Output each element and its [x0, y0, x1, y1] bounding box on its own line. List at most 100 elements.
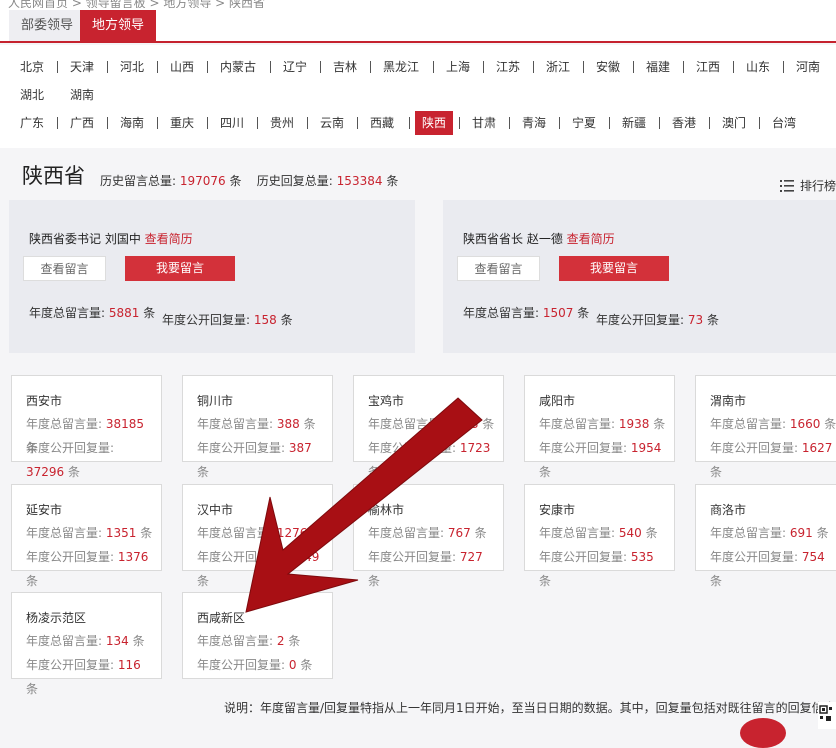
city-card[interactable]: 安康市 年度总留言量: 540 条年度公开回复量: 535 条 — [524, 484, 675, 588]
province-link[interactable]: 黑龙江 — [383, 55, 419, 79]
province-link[interactable]: 安徽 — [596, 55, 620, 79]
province-link[interactable]: 辽宁 — [283, 55, 307, 79]
qr-code-icon — [818, 702, 836, 729]
province-link[interactable]: 北京 — [20, 55, 44, 79]
unit: 条 — [706, 313, 719, 327]
city-annual-total: 年度总留言量: 134 条 — [26, 629, 154, 653]
list-icon — [779, 180, 794, 192]
label: 年度公开回复量: — [197, 550, 286, 564]
province-link[interactable]: 山东 — [746, 55, 770, 79]
value: 38185 — [102, 417, 145, 431]
city-name: 渭南市 — [710, 394, 747, 408]
view-resume-link[interactable]: 查看简历 — [145, 232, 193, 246]
province-link[interactable]: 江苏 — [496, 55, 520, 79]
label: 年度公开回复量: — [710, 550, 799, 564]
city-card[interactable]: 延安市 年度总留言量: 1351 条年度公开回复量: 1376 条 — [11, 484, 162, 588]
province-link[interactable]: 上海 — [446, 55, 470, 79]
city-name: 商洛市 — [710, 503, 747, 517]
province-link[interactable]: 福建 — [646, 55, 670, 79]
value: 1627 — [798, 441, 833, 455]
city-annual-reply: 年度公开回复量: 1954 条 — [539, 436, 667, 484]
city-card[interactable]: 榆林市 年度总留言量: 767 条年度公开回复量: 727 条 — [353, 484, 504, 588]
city-card[interactable]: 西安市 年度总留言量: 38185 条年度公开回复量: 37296 条 — [11, 375, 162, 479]
province-link[interactable]: 河北 — [120, 55, 144, 79]
province-link[interactable]: 贵州 — [270, 111, 294, 135]
separator — [459, 117, 460, 129]
value: 1276 — [273, 526, 308, 540]
tab-local-leaders[interactable]: 地方领导 — [80, 10, 157, 41]
tab-dept-leaders[interactable]: 部委领导 — [9, 10, 86, 41]
city-annual-reply: 年度公开回复量: 1723 条 — [368, 436, 496, 484]
province-link[interactable]: 香港 — [672, 111, 696, 135]
value: 387 — [285, 441, 312, 455]
unit: 条 — [300, 658, 313, 672]
province-link[interactable]: 澳门 — [722, 111, 746, 135]
city-card[interactable]: 渭南市 年度总留言量: 1660 条年度公开回复量: 1627 条 — [695, 375, 836, 479]
label: 年度公开回复量: — [368, 441, 457, 455]
leave-message-button[interactable]: 我要留言 — [559, 256, 669, 281]
province-link[interactable]: 云南 — [320, 111, 344, 135]
city-name: 汉中市 — [197, 503, 234, 517]
view-messages-button[interactable]: 查看留言 — [23, 256, 106, 281]
view-resume-link[interactable]: 查看简历 — [567, 232, 615, 246]
city-card[interactable]: 宝鸡市 年度总留言量: 1868 条年度公开回复量: 1723 条 — [353, 375, 504, 479]
province-link[interactable]: 广西 — [70, 111, 94, 135]
province-link[interactable]: 吉林 — [333, 55, 357, 79]
city-card[interactable]: 咸阳市 年度总留言量: 1938 条年度公开回复量: 1954 条 — [524, 375, 675, 479]
province-link[interactable]: 河南 — [796, 55, 820, 79]
province-link[interactable]: 甘肃 — [472, 111, 496, 135]
floating-badge[interactable] — [740, 718, 786, 748]
separator — [307, 117, 308, 129]
annual-total: 年度总留言量: 5881 条 — [29, 304, 155, 321]
label: 年度总留言量: — [710, 526, 787, 540]
unit: 条 — [474, 526, 487, 540]
province-link[interactable]: 宁夏 — [572, 111, 596, 135]
province-link[interactable]: 西藏 — [370, 111, 394, 135]
city-name: 西咸新区 — [197, 611, 246, 625]
city-card[interactable]: 汉中市 年度总留言量: 1276 条年度公开回复量: 1249 条 — [182, 484, 333, 588]
province-link[interactable]: 湖南 — [70, 83, 94, 107]
province-link[interactable]: 江西 — [696, 55, 720, 79]
separator — [107, 61, 108, 73]
label: 年度总留言量: — [197, 634, 274, 648]
view-messages-button[interactable]: 查看留言 — [457, 256, 540, 281]
city-annual-total: 年度总留言量: 1660 条 — [710, 412, 836, 436]
ranking-link[interactable]: 排行榜 — [779, 177, 836, 194]
annual-reply: 年度公开回复量: 158 条 — [162, 311, 293, 328]
province-link[interactable]: 天津 — [70, 55, 94, 79]
city-card[interactable]: 西咸新区 年度总留言量: 2 条年度公开回复量: 0 条 — [182, 592, 333, 679]
city-annual-total: 年度总留言量: 2 条 — [197, 629, 325, 653]
separator — [207, 117, 208, 129]
province-link[interactable]: 山西 — [170, 55, 194, 79]
province-link[interactable]: 浙江 — [546, 55, 570, 79]
province-link[interactable]: 广东 — [20, 111, 44, 135]
city-card[interactable]: 铜川市 年度总留言量: 388 条年度公开回复量: 387 条 — [182, 375, 333, 479]
page-title: 陕西省 — [22, 164, 85, 188]
unit: 条 — [280, 313, 293, 327]
city-name: 安康市 — [539, 503, 576, 517]
unit: 条 — [482, 417, 495, 431]
value: 1351 — [102, 526, 137, 540]
label: 年度公开回复量: — [539, 441, 628, 455]
city-card[interactable]: 杨凌示范区 年度总留言量: 134 条年度公开回复量: 116 条 — [11, 592, 162, 696]
unit: 条 — [229, 174, 242, 188]
value: 767 — [444, 526, 471, 540]
province-link[interactable]: 台湾 — [772, 111, 796, 135]
leave-message-button[interactable]: 我要留言 — [125, 256, 235, 281]
value: 540 — [615, 526, 642, 540]
province-link[interactable]: 青海 — [522, 111, 546, 135]
separator — [207, 61, 208, 73]
province-link[interactable]: 新疆 — [622, 111, 646, 135]
province-link[interactable]: 重庆 — [170, 111, 194, 135]
label: 年度总留言量: — [368, 526, 445, 540]
label: 年度公开回复量: — [26, 550, 115, 564]
province-link[interactable]: 陕西 — [415, 111, 454, 135]
label: 年度总留言量: — [539, 526, 616, 540]
unit: 条 — [26, 574, 39, 588]
province-link[interactable]: 四川 — [220, 111, 244, 135]
label: 年度公开回复量: — [368, 550, 457, 564]
province-link[interactable]: 海南 — [120, 111, 144, 135]
province-link[interactable]: 湖北 — [20, 83, 44, 107]
city-card[interactable]: 商洛市 年度总留言量: 691 条年度公开回复量: 754 条 — [695, 484, 836, 588]
province-link[interactable]: 内蒙古 — [220, 55, 256, 79]
